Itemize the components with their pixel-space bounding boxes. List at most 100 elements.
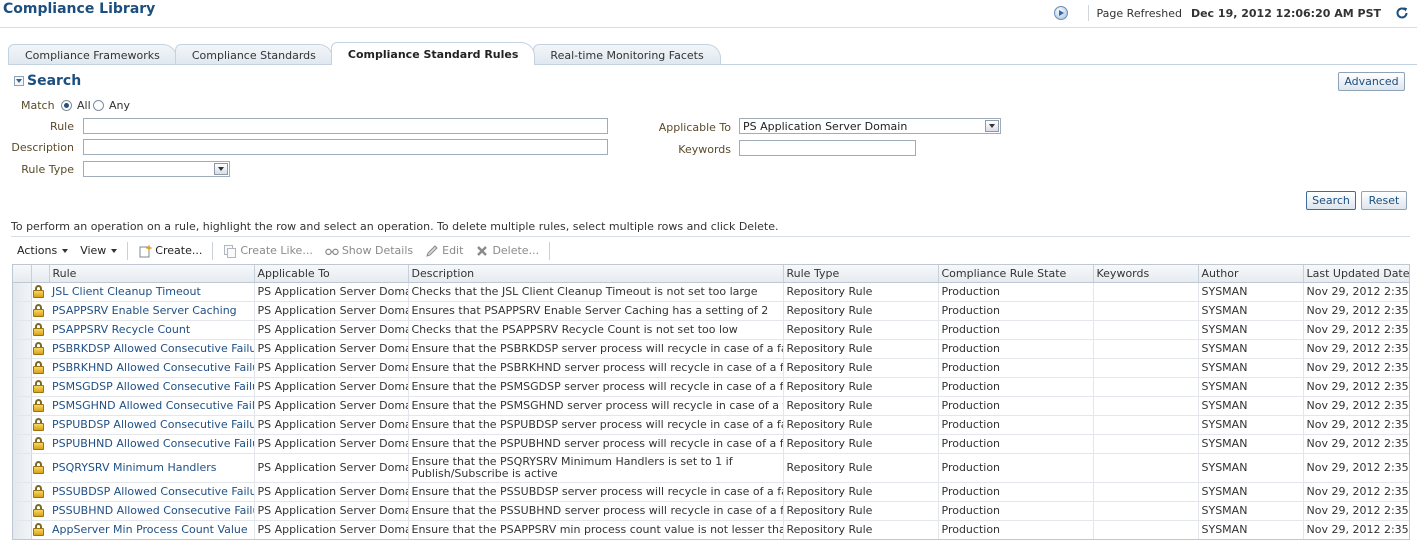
search-button[interactable]: Search (1306, 191, 1356, 210)
create-button[interactable]: Create... (132, 239, 208, 262)
table-row[interactable]: AppServer Min Process Count Value PS Appl… (13, 520, 1409, 539)
rule-type-cell: Repository Rule (783, 301, 939, 321)
rule-cell: PSQRYSRV Minimum Handlers (49, 453, 255, 483)
tab-realtime-monitoring-facets[interactable]: Real-time Monitoring Facets (533, 44, 721, 65)
rule-link[interactable]: PSMSGDSP Allowed Consecutive Failures (52, 380, 253, 393)
rule-state-cell: Production (938, 358, 1094, 378)
table-row[interactable]: PSMSGDSP Allowed Consecutive Failures PS … (13, 377, 1409, 397)
match-all-radio[interactable] (61, 100, 72, 111)
tab-compliance-frameworks[interactable]: Compliance Frameworks (8, 44, 177, 65)
column-header-rule[interactable]: Rule (49, 265, 255, 283)
table-row[interactable]: PSBRKDSP Allowed Consecutive Failures PS … (13, 339, 1409, 359)
table-row[interactable]: PSAPPSRV Enable Server Caching PS Applica… (13, 301, 1409, 321)
match-any-radio[interactable] (93, 100, 104, 111)
table-row[interactable]: PSMSGHND Allowed Consecutive FailuresPS … (13, 396, 1409, 416)
rule-link[interactable]: AppServer Min Process Count Value (52, 523, 248, 536)
row-selector[interactable] (13, 339, 32, 359)
description-cell: Ensure that the PSBRKHND server process … (408, 358, 784, 378)
rule-link[interactable]: PSAPPSRV Recycle Count (52, 323, 190, 336)
row-selector[interactable] (13, 282, 32, 302)
description-input[interactable] (83, 139, 608, 155)
keywords-input[interactable] (739, 140, 916, 156)
chevron-down-icon[interactable] (214, 163, 228, 175)
keywords-cell (1093, 396, 1199, 416)
row-selector[interactable] (13, 415, 32, 435)
rule-link[interactable]: PSAPPSRV Enable Server Caching (52, 304, 237, 317)
applicable-to-cell: PS Application Server Domain (254, 501, 409, 521)
row-selector[interactable] (13, 377, 32, 397)
rule-link[interactable]: JSL Client Cleanup Timeout (52, 285, 201, 298)
applicable-to-select[interactable]: PS Application Server Domain (739, 118, 1001, 134)
row-selector[interactable] (13, 434, 32, 454)
rule-cell: PSSUBDSP Allowed Consecutive Failures (49, 482, 255, 502)
play-icon[interactable] (1053, 6, 1068, 20)
search-header[interactable]: Search (14, 73, 81, 89)
rule-link[interactable]: PSMSGHND Allowed Consecutive Failures (52, 399, 253, 412)
table-row[interactable]: JSL Client Cleanup Timeout PS Application… (13, 282, 1409, 302)
lock-icon (32, 504, 44, 518)
reset-button[interactable]: Reset (1361, 191, 1407, 210)
table-row[interactable]: PSBRKHND Allowed Consecutive Failures PS … (13, 358, 1409, 378)
row-selector[interactable] (13, 358, 32, 378)
rule-link[interactable]: PSPUBHND Allowed Consecutive Failures (52, 437, 253, 450)
description-cell: Ensure that the PSPUBHND server process … (408, 434, 784, 454)
table-row[interactable]: PSSUBHND Allowed Consecutive Failures PS … (13, 501, 1409, 521)
lock-icon (32, 342, 44, 356)
rule-cell: AppServer Min Process Count Value (49, 520, 255, 539)
column-header-last-updated-date[interactable]: Last Updated Date (1303, 265, 1409, 283)
row-selector[interactable] (13, 453, 32, 483)
description-cell: Ensure that the PSBRKDSP server process … (408, 339, 784, 359)
actions-menu[interactable]: Actions (11, 239, 74, 262)
rule-link[interactable]: PSBRKDSP Allowed Consecutive Failures (52, 342, 253, 355)
table-row[interactable]: PSAPPSRV Recycle Count PS Application Ser… (13, 320, 1409, 340)
table-row[interactable]: PSQRYSRV Minimum Handlers PS Application … (13, 453, 1409, 483)
collapse-toggle-icon[interactable] (14, 76, 24, 86)
lock-cell (31, 434, 49, 454)
lock-cell (31, 396, 49, 416)
author-cell: SYSMAN (1198, 453, 1304, 483)
rule-link[interactable]: PSSUBDSP Allowed Consecutive Failures (52, 485, 253, 498)
column-header-rule-type[interactable]: Rule Type (783, 265, 939, 283)
lock-cell (31, 501, 49, 521)
rule-cell: PSMSGDSP Allowed Consecutive Failures (49, 377, 255, 397)
rule-label: Rule (50, 120, 74, 133)
row-selector[interactable] (13, 396, 32, 416)
column-header-author[interactable]: Author (1198, 265, 1304, 283)
lock-cell (31, 453, 49, 483)
create-like-button[interactable]: Create Like... (217, 239, 318, 262)
advanced-button[interactable]: Advanced (1338, 72, 1405, 91)
chevron-down-icon[interactable] (985, 120, 999, 132)
view-menu[interactable]: View (74, 239, 123, 262)
table-row[interactable]: PSPUBHND Allowed Consecutive Failures PS … (13, 434, 1409, 454)
column-header-keywords[interactable]: Keywords (1093, 265, 1199, 283)
column-header-compliance-rule-state[interactable]: Compliance Rule State (938, 265, 1094, 283)
row-selector[interactable] (13, 501, 32, 521)
keywords-cell (1093, 434, 1199, 454)
row-selector[interactable] (13, 301, 32, 321)
applicable-to-cell: PS Application Server Domain (254, 339, 409, 359)
rule-link[interactable]: PSSUBHND Allowed Consecutive Failures (52, 504, 253, 517)
delete-button[interactable]: Delete... (469, 239, 545, 262)
tab-compliance-standards[interactable]: Compliance Standards (174, 44, 333, 65)
rule-type-select[interactable] (83, 161, 230, 177)
tab-compliance-standard-rules[interactable]: Compliance Standard Rules (330, 42, 536, 65)
keywords-cell (1093, 415, 1199, 435)
page-header: Compliance Library Page Refreshed Dec 19… (0, 0, 1417, 28)
rule-link[interactable]: PSQRYSRV Minimum Handlers (52, 461, 217, 474)
edit-button[interactable]: Edit (419, 239, 469, 262)
refresh-icon[interactable] (1395, 6, 1409, 20)
keywords-cell (1093, 501, 1199, 521)
row-selector[interactable] (13, 482, 32, 502)
rule-input[interactable] (83, 118, 608, 134)
rule-link[interactable]: PSBRKHND Allowed Consecutive Failures (52, 361, 253, 374)
lock-icon (32, 285, 44, 299)
table-row[interactable]: PSSUBDSP Allowed Consecutive Failures PS … (13, 482, 1409, 502)
table-row[interactable]: PSPUBDSP Allowed Consecutive Failures PS … (13, 415, 1409, 435)
show-details-button[interactable]: Show Details (319, 239, 419, 262)
row-selector[interactable] (13, 320, 32, 340)
column-header-description[interactable]: Description (408, 265, 784, 283)
rule-link[interactable]: PSPUBDSP Allowed Consecutive Failures (52, 418, 253, 431)
row-selector[interactable] (13, 520, 32, 539)
rule-type-cell: Repository Rule (783, 320, 939, 340)
column-header-applicable-to[interactable]: Applicable To (254, 265, 409, 283)
